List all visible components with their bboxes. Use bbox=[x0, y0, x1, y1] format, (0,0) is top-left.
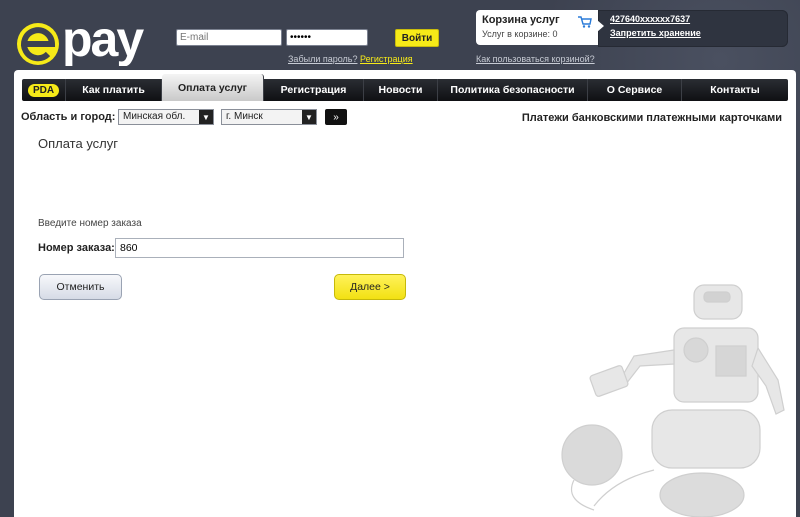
cart-panel[interactable]: Корзина услуг Услуг в корзине: 0 bbox=[476, 10, 598, 45]
order-number-label: Номер заказа: bbox=[38, 242, 115, 254]
how-to-cart-link[interactable]: Как пользоваться корзиной? bbox=[476, 54, 595, 64]
city-select-value: г. Минск bbox=[226, 111, 263, 122]
order-prompt: Введите номер заказа bbox=[38, 218, 142, 229]
registration-link[interactable]: Регистрация bbox=[360, 54, 413, 64]
chevron-down-icon: ▼ bbox=[199, 110, 213, 124]
nav-item-registration[interactable]: Регистрация bbox=[264, 79, 364, 101]
region-select[interactable]: Минская обл. ▼ bbox=[118, 109, 214, 125]
cart-title: Корзина услуг bbox=[482, 14, 560, 26]
nav-item-about[interactable]: О Сервисе bbox=[588, 79, 682, 101]
nav-item-news[interactable]: Новости bbox=[364, 79, 438, 101]
login-button[interactable]: Войти bbox=[395, 29, 439, 47]
forbid-storage-link[interactable]: Запретить хранение bbox=[610, 28, 776, 38]
card-payments-link[interactable]: Платежи банковскими платежными карточкам… bbox=[522, 112, 782, 124]
email-field[interactable] bbox=[176, 29, 282, 46]
forgot-password-link[interactable]: Забыли пароль? bbox=[288, 54, 357, 64]
nav-item-label: PDA bbox=[27, 83, 60, 97]
region-select-value: Минская обл. bbox=[123, 111, 186, 122]
main-content: PDA Как платить Оплата услуг Регистрация… bbox=[14, 70, 796, 517]
next-button[interactable]: Далее > bbox=[334, 274, 406, 300]
cart-count: Услуг в корзине: 0 bbox=[482, 29, 558, 39]
nav-item-pda[interactable]: PDA bbox=[22, 79, 66, 101]
robot-illustration bbox=[561, 284, 785, 517]
svg-text:pay: pay bbox=[62, 11, 144, 66]
page-title: Оплата услуг bbox=[38, 136, 119, 151]
nav-item-contacts[interactable]: Контакты bbox=[682, 79, 788, 101]
city-select[interactable]: г. Минск ▼ bbox=[221, 109, 317, 125]
chevron-down-icon: ▼ bbox=[302, 110, 316, 124]
order-number-input[interactable] bbox=[115, 238, 404, 258]
location-label: Область и город: bbox=[21, 111, 116, 123]
main-nav: PDA Как платить Оплата услуг Регистрация… bbox=[22, 74, 788, 101]
nav-item-security-policy[interactable]: Политика безопасности bbox=[438, 79, 588, 101]
saved-card-panel: 427640xxxxxx7637 Запретить хранение bbox=[597, 10, 788, 47]
epay-logo[interactable]: pay bbox=[14, 10, 159, 66]
password-field[interactable] bbox=[286, 29, 368, 46]
nav-item-how-to-pay[interactable]: Как платить bbox=[66, 79, 162, 101]
shopping-cart-icon[interactable] bbox=[578, 16, 592, 28]
location-go-button[interactable]: » bbox=[325, 109, 347, 125]
cancel-button[interactable]: Отменить bbox=[39, 274, 122, 300]
nav-item-payment[interactable]: Оплата услуг bbox=[162, 74, 264, 101]
saved-card-number[interactable]: 427640xxxxxx7637 bbox=[610, 14, 776, 24]
